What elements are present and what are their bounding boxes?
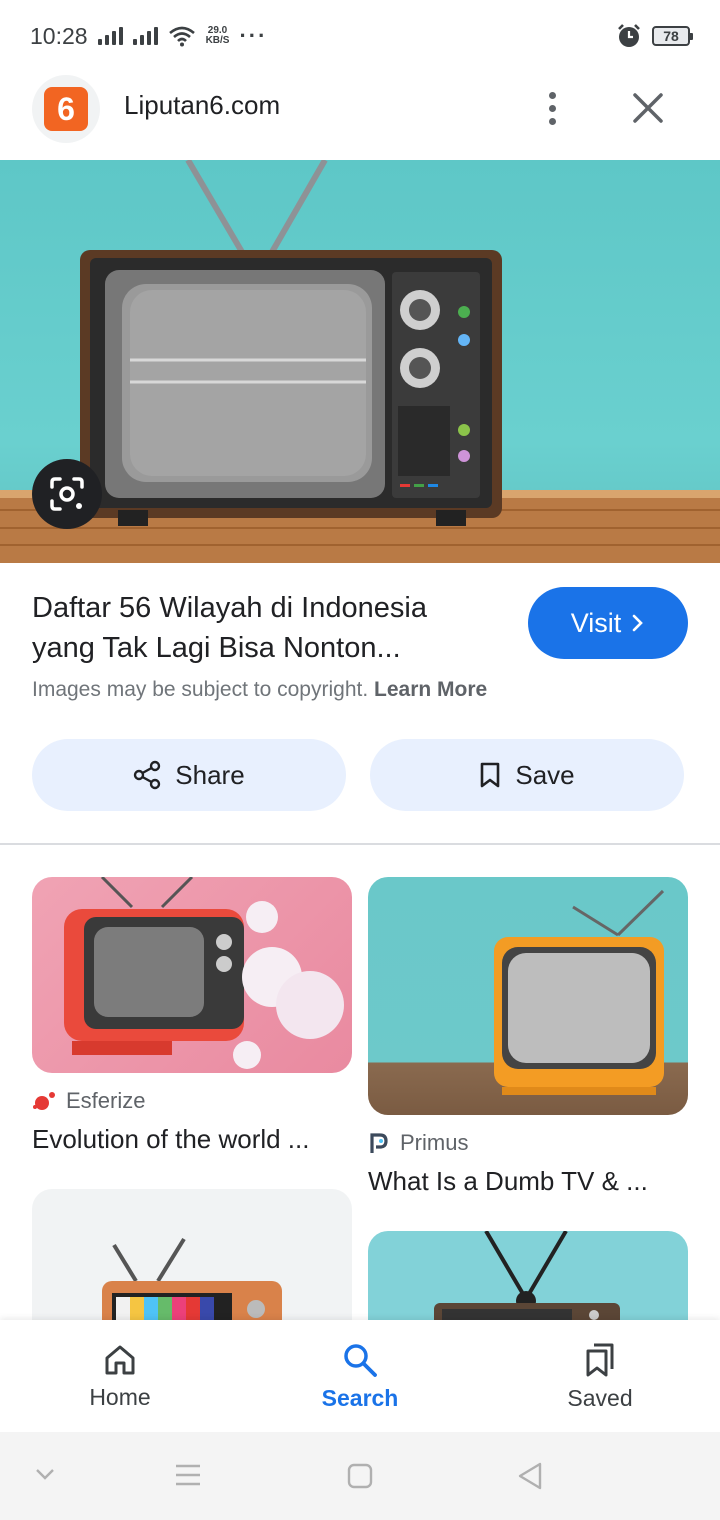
bookmark-icon <box>481 762 500 788</box>
viewer-header: 6 Liputan6.com <box>0 72 720 160</box>
menu-icon[interactable] <box>174 1462 202 1488</box>
search-icon <box>344 1343 377 1377</box>
status-bar: 10:28 29.0 KB/S ··· 78 <box>0 0 720 72</box>
result-image-illustration <box>102 1237 282 1320</box>
home-icon <box>105 1345 135 1374</box>
chevron-right-icon <box>632 614 644 632</box>
saved-icon <box>586 1343 614 1376</box>
image-title: Daftar 56 Wilayah di Indonesia yang Tak … <box>32 588 502 668</box>
share-label: Share <box>175 759 245 790</box>
esferize-logo-icon <box>33 1092 55 1110</box>
status-time: 10:28 <box>30 22 88 49</box>
home-square-icon[interactable] <box>346 1462 374 1490</box>
result-image-illustration <box>64 877 344 1069</box>
chevron-down-icon[interactable] <box>34 1466 56 1482</box>
nav-saved[interactable]: Saved <box>480 1320 720 1432</box>
image-title-line2: yang Tak Lagi Bisa Nonton... <box>32 632 401 664</box>
lens-search-button[interactable] <box>32 459 102 529</box>
system-navigation-bar <box>0 1432 720 1520</box>
battery-level: 78 <box>663 28 679 44</box>
divider <box>0 843 720 845</box>
tv-illustration <box>0 160 720 563</box>
visit-button[interactable]: Visit <box>528 587 688 659</box>
nav-search[interactable]: Search <box>240 1320 480 1432</box>
battery-indicator: 78 <box>652 26 693 46</box>
nav-home-label: Home <box>89 1383 151 1410</box>
result-image[interactable] <box>368 1231 688 1320</box>
lens-icon <box>50 477 84 511</box>
nav-search-label: Search <box>321 1384 399 1411</box>
result-image[interactable] <box>32 877 352 1073</box>
result-image[interactable] <box>32 1189 352 1320</box>
learn-more-link[interactable]: Learn More <box>374 678 487 701</box>
site-logo-badge: 6 <box>44 87 88 131</box>
result-title[interactable]: What Is a Dumb TV & ... <box>368 1166 648 1197</box>
nav-home[interactable]: Home <box>0 1320 240 1432</box>
save-label: Save <box>515 759 575 790</box>
result-source-name: Primus <box>400 1130 469 1155</box>
site-logo[interactable]: 6 <box>32 75 100 143</box>
copyright-notice: Images may be subject to copyright. Lear… <box>32 678 487 702</box>
network-speed: 29.0 KB/S <box>206 26 230 46</box>
result-image-illustration <box>434 1231 620 1320</box>
bottom-navigation: Home Search Saved <box>0 1320 720 1432</box>
copyright-text: Images may be subject to copyright. <box>32 678 369 701</box>
image-title-line1: Daftar 56 Wilayah di Indonesia <box>32 592 427 624</box>
result-title[interactable]: Evolution of the world ... <box>32 1124 309 1155</box>
result-image-illustration <box>494 889 665 1095</box>
share-button[interactable]: Share <box>32 739 346 811</box>
share-icon <box>134 760 161 790</box>
nav-saved-label: Saved <box>567 1384 633 1411</box>
primus-logo-icon <box>370 1133 388 1153</box>
alarm-icon <box>618 24 640 47</box>
close-icon[interactable] <box>626 86 670 130</box>
net-speed-unit: KB/S <box>205 35 230 46</box>
signal-icon-2 <box>132 27 158 45</box>
site-name[interactable]: Liputan6.com <box>124 90 280 121</box>
wifi-icon <box>168 26 195 47</box>
more-options-button[interactable] <box>532 84 572 132</box>
result-source: Esferize <box>32 1088 145 1114</box>
back-triangle-icon[interactable] <box>516 1460 544 1492</box>
save-button[interactable]: Save <box>370 739 684 811</box>
result-image[interactable] <box>368 877 688 1115</box>
visit-label: Visit <box>570 607 622 638</box>
status-more: ··· <box>239 23 268 48</box>
result-source-name: Esferize <box>66 1088 146 1113</box>
signal-icon <box>97 27 123 45</box>
main-image[interactable] <box>0 160 720 563</box>
result-source: Primus <box>368 1130 468 1156</box>
